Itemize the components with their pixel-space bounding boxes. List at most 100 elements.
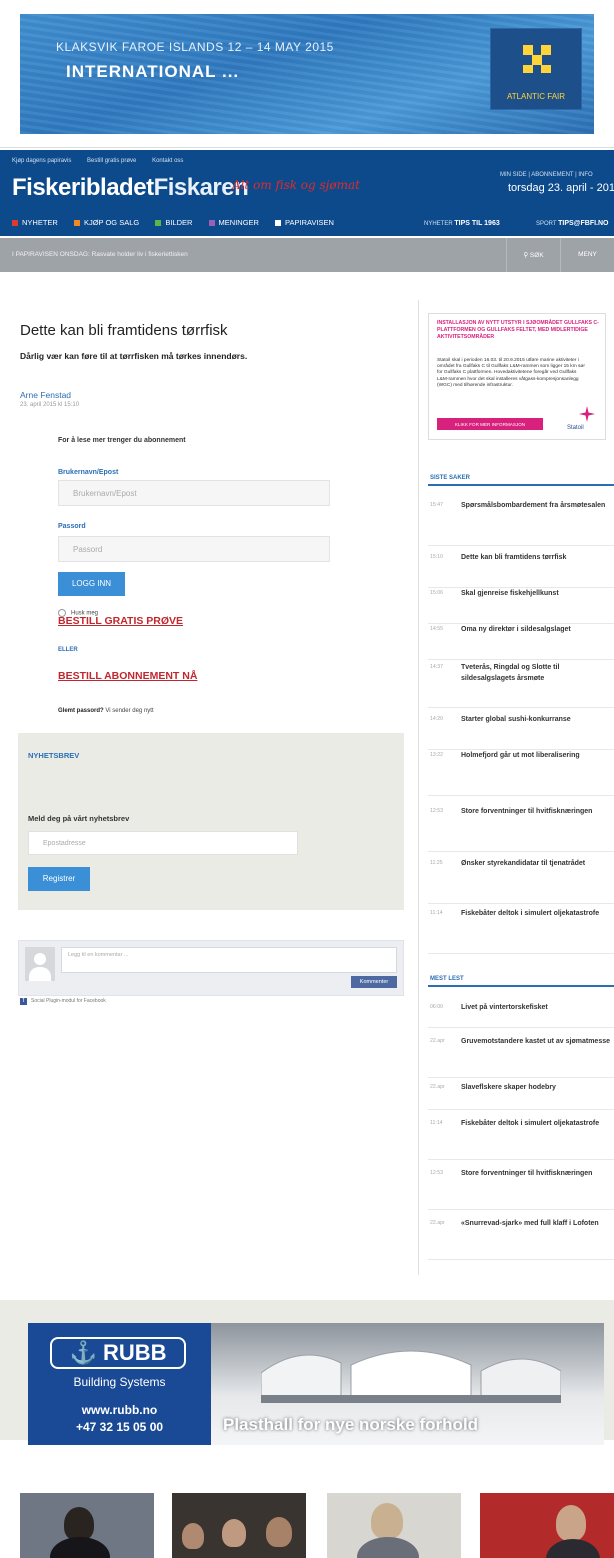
list-item[interactable]: 12:53 Store forventninger til hvitfisknær… [428, 808, 614, 852]
list-item[interactable]: 22.apr Gruvemotstandere kastet ut av sjøm… [428, 1038, 614, 1078]
site-logo[interactable]: FiskeribladetFiskaren [12, 174, 249, 202]
order-subscription-link[interactable]: BESTILL ABONNEMENT NÅ [58, 670, 197, 682]
statoil-ad-body: Statoil skal i perioden 16.03. til 20.9.… [437, 358, 585, 388]
mest-lest-title: MEST LEST [430, 976, 464, 982]
item-headline: Spørsmålsbombardement fra årsmøtesalen [461, 502, 606, 509]
list-item[interactable]: 12:53 Store forventninger til hvitfisknær… [428, 1170, 614, 1210]
statoil-star-icon [579, 406, 595, 422]
item-time: 06:00 [430, 1004, 443, 1010]
thumbnail-person [50, 1537, 110, 1558]
search-button[interactable]: ⚲ SØK [506, 238, 560, 272]
banner-brand: INTERNATIONAL ... [66, 62, 240, 81]
nav-bilder[interactable]: BILDER [155, 218, 192, 227]
item-time: 14:20 [430, 716, 443, 722]
article-author[interactable]: Arne Fenstad [20, 390, 71, 400]
atlantic-fair-icon [523, 45, 551, 73]
nav-papiravisen[interactable]: PAPIRAVISEN [275, 218, 334, 227]
list-item[interactable]: 14:37 Tveterås, Ringdal og Slotte til sil… [428, 664, 614, 708]
list-item[interactable]: 14:55 Oma ny direktør i sildesalgslaget [428, 626, 614, 660]
list-item[interactable]: 13:22 Holmefjord går ut mot liberaliserin… [428, 752, 614, 796]
item-time: 11:14 [430, 1120, 443, 1126]
tips-label: SPORT [536, 221, 557, 227]
item-time: 11:14 [430, 910, 443, 916]
thumbnail-person [556, 1505, 586, 1541]
comment-input[interactable]: Legg til en kommentar ... [61, 947, 397, 973]
rubb-ad-photo: Plasthall for nye norske forhold [211, 1323, 604, 1445]
item-headline: Livet på vintertorskefisket [461, 1004, 548, 1011]
siste-saker-title: SISTE SAKER [430, 475, 471, 481]
list-item[interactable]: 11:14 Fiskebåter deltok i simulert oljeka… [428, 1120, 614, 1160]
newsletter-title: NYHETSBREV [28, 751, 80, 760]
item-headline: Fiskebåter deltok i simulert oljekatastr… [461, 910, 600, 917]
thumbnail-person [222, 1519, 246, 1547]
thumbnail-man[interactable] [480, 1493, 614, 1558]
statoil-brand: Statoil [567, 425, 584, 431]
thumbnail-person [371, 1503, 403, 1539]
main-nav: NYHETER KJØP OG SALG BILDER MENINGER PAP… [12, 218, 348, 227]
siste-saker-rule [428, 484, 614, 486]
newsletter-register-button[interactable]: Registrer [28, 867, 90, 891]
breaking-text[interactable]: I PAPIRAVISEN ONSDAG: Rasvate holder liv… [12, 251, 188, 258]
nav-meninger[interactable]: MENINGER [208, 218, 259, 227]
avatar-head [34, 953, 46, 965]
avatar [25, 947, 55, 981]
rubb-sub: Building Systems [73, 1375, 166, 1389]
nav-kjop-og-salg[interactable]: KJØP OG SALG [73, 218, 140, 227]
thumbnail-person [546, 1539, 600, 1558]
thumbnail-person [64, 1507, 94, 1541]
item-headline: Tveterås, Ringdal og Slotte til sildesal… [461, 664, 560, 682]
thumbnail-speaker[interactable] [20, 1493, 154, 1558]
forgot-password[interactable]: Glemt passord? Vi sender deg nytt [58, 708, 154, 714]
account-links[interactable]: MIN SIDE | ABONNEMENT | INFO [500, 172, 593, 178]
menu-button[interactable]: MENY [560, 238, 614, 272]
current-date: torsdag 23. april - 2015 [508, 182, 614, 194]
list-item[interactable]: 06:00 Livet på vintertorskefisket [428, 1004, 614, 1028]
item-headline: Store forventninger til hvitfisknæringen [461, 1170, 593, 1177]
thumbnail-audience[interactable] [172, 1493, 306, 1558]
news-tips[interactable]: NYHETER TIPS TIL 1963 [424, 220, 500, 227]
list-item[interactable]: 22.apr Slaveflskere skaper hodebry [428, 1084, 614, 1110]
nav-label: MENINGER [218, 218, 259, 227]
password-input[interactable]: Passord [58, 536, 330, 562]
sport-tips[interactable]: SPORT TIPS@FBFI.NO [536, 220, 609, 227]
login-button[interactable]: LOGG INN [58, 572, 125, 596]
nav-label: KJØP OG SALG [83, 218, 140, 227]
item-time: 13:22 [430, 752, 443, 758]
list-item[interactable]: 15:47 Spørsmålsbombardement fra årsmøtesa… [428, 502, 614, 546]
newsletter-email-input[interactable]: Epostadresse [28, 831, 298, 855]
list-item[interactable]: 11:25 Ønsker styrekandidatar til tjenatrå… [428, 860, 614, 904]
site-slogan: Alt om fisk og sjømat [232, 178, 360, 192]
username-input[interactable]: Brukernavn/Epost [58, 480, 330, 506]
order-trial-link[interactable]: BESTILL GRATIS PRØVE [58, 615, 183, 627]
comment-submit-button[interactable]: Kommenter [351, 976, 397, 988]
util-link-free-trial[interactable]: Bestill gratis prøve [87, 158, 136, 164]
tips-value: TIPS TIL 1963 [454, 220, 500, 227]
search-icon: ⚲ [523, 252, 530, 259]
nav-label: PAPIRAVISEN [285, 218, 334, 227]
newsletter-box: NYHETSBREV Meld deg på vårt nyhetsbrev E… [18, 733, 404, 910]
facebook-plugin-text: Social Plugin-modul for Facebook [31, 998, 106, 1004]
nav-nyheter[interactable]: NYHETER [12, 218, 58, 227]
statoil-ad-cta[interactable]: KLIKK FOR MER INFORMASJON [437, 418, 543, 430]
tips-value: TIPS@FBFI.NO [558, 220, 609, 227]
statoil-ad[interactable]: INSTALLASJON AV NYTT UTSTYR I SJØOMRÅDET… [428, 313, 606, 440]
item-headline: Fiskebåter deltok i simulert oljekatastr… [461, 1120, 600, 1127]
top-banner-ad[interactable]: KLAKSVIK FAROE ISLANDS 12 – 14 MAY 2015 … [20, 14, 594, 134]
list-item[interactable]: 15:10 Dette kan bli framtidens tørrfisk [428, 554, 614, 588]
util-link-contact[interactable]: Kontakt oss [152, 158, 183, 164]
item-time: 11:25 [430, 860, 443, 866]
nav-color-square [208, 220, 215, 227]
list-item[interactable]: 22.apr «Snurrevad-sjark» med full klaff i… [428, 1220, 614, 1260]
facebook-plugin-note[interactable]: f Social Plugin-modul for Facebook [20, 998, 106, 1005]
article-title: Dette kan bli framtidens tørrfisk [20, 322, 228, 339]
rubb-ad[interactable]: ⚓ RUBB Building Systems www.rubb.no +47 … [28, 1323, 604, 1445]
nav-color-square [73, 220, 80, 227]
site-header: Kjøp dagens papiravis Bestill gratis prø… [0, 150, 614, 236]
list-item[interactable]: 11:14 Fiskebåter deltok i simulert oljeka… [428, 910, 614, 954]
breaking-bar: I PAPIRAVISEN ONSDAG: Rasvate holder liv… [0, 238, 614, 272]
list-item[interactable]: 14:20 Starter global sushi-konkurranse [428, 716, 614, 750]
util-link-buy-paper[interactable]: Kjøp dagens papiravis [12, 158, 71, 164]
list-item[interactable]: 15:06 Skal gjenreise fiskehjellkunst [428, 590, 614, 624]
nav-color-square [155, 220, 162, 227]
thumbnail-woman[interactable] [327, 1493, 461, 1558]
